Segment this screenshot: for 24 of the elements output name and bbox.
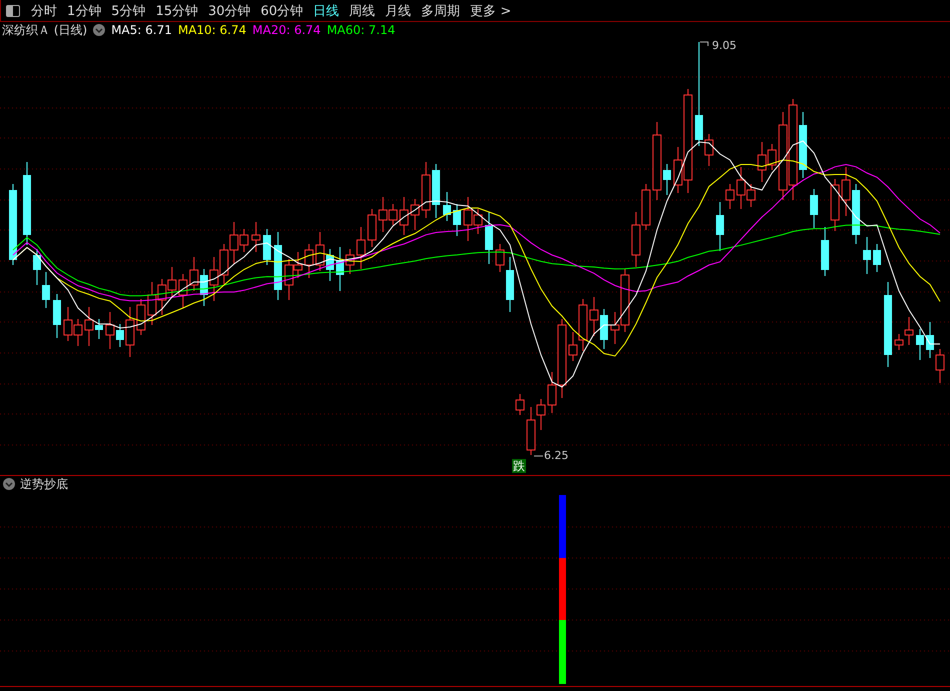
- ma-reading: MA10: 6.74: [178, 23, 246, 37]
- period-tab[interactable]: 月线: [380, 0, 416, 20]
- ma-reading: MA60: 7.14: [326, 23, 396, 37]
- period-tab[interactable]: 15分钟: [150, 0, 204, 20]
- dropdown-icon[interactable]: [3, 478, 15, 490]
- chart-title: 深纺织Ａ (日线): [2, 22, 88, 38]
- period-tab[interactable]: 60分钟: [256, 0, 308, 20]
- period-tab[interactable]: 5分钟: [106, 0, 151, 20]
- dropdown-icon[interactable]: [93, 24, 106, 36]
- leader-line: [700, 42, 708, 46]
- ma-reading: MA20: 6.74: [252, 23, 321, 37]
- period-tab[interactable]: 周线: [344, 0, 380, 20]
- signal-badge: 跌: [512, 459, 526, 473]
- low-price-label: 6.25: [544, 449, 568, 462]
- period-tab[interactable]: 多周期: [416, 0, 466, 20]
- period-tab[interactable]: 1分钟: [62, 0, 106, 20]
- period-tab[interactable]: 更多 >: [465, 0, 516, 20]
- period-tab[interactable]: 30分钟: [203, 0, 256, 20]
- panel-toggle-icon[interactable]: [6, 4, 20, 16]
- period-tab[interactable]: 分时: [26, 0, 62, 20]
- ma-reading: MA5: 6.71: [111, 23, 172, 37]
- high-price-label: 9.05: [712, 39, 736, 52]
- period-tab[interactable]: 日线: [308, 0, 344, 20]
- indicator-title: 逆势抄底: [20, 476, 68, 492]
